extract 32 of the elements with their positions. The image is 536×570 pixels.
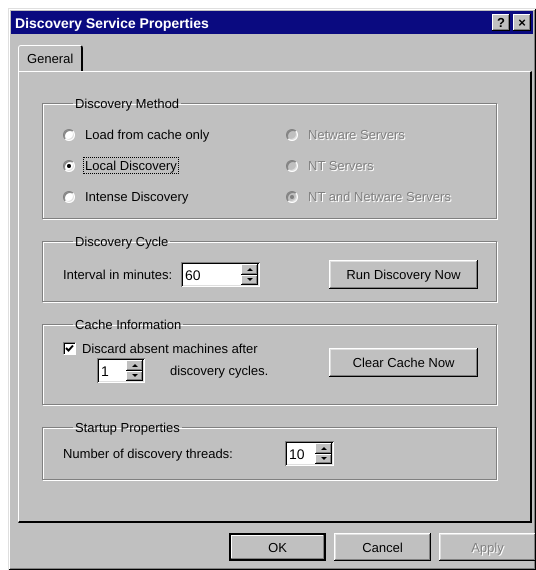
spin-up-button[interactable] [315,443,332,454]
dialog-button[interactable]: Cancel [334,533,431,561]
group-title: Cache Information [74,317,182,332]
window-title: Discovery Service Properties [15,14,210,30]
interval-label: Interval in minutes: [63,267,174,282]
radio-button[interactable] [63,190,75,202]
clear-cache-button[interactable]: Clear Cache Now [329,348,478,376]
radio-button[interactable] [63,128,75,140]
spin-down-button[interactable] [315,454,332,464]
dialog-button[interactable]: OK [229,533,326,561]
run-discovery-button[interactable]: Run Discovery Now [329,260,478,289]
radio-label[interactable]: Local Discovery [83,157,179,174]
radio-label[interactable]: Load from cache only [83,126,212,143]
spin-down-button[interactable] [126,370,143,381]
group-title: Startup Properties [74,420,181,435]
group-title: Discovery Cycle [74,234,170,249]
radio-label[interactable]: Intense Discovery [83,188,190,205]
close-button[interactable]: × [513,14,531,31]
spin-up-button[interactable] [126,360,143,370]
spin-box[interactable]: 60 [181,262,260,287]
radio-button[interactable] [63,160,75,172]
spin-box[interactable]: 10 [285,441,334,466]
cycles-label: discovery cycles. [170,363,268,378]
spin-down-button[interactable] [241,274,258,285]
help-button[interactable]: ? [492,14,510,31]
tab[interactable]: General [18,45,84,71]
threads-label: Number of discovery threads: [63,446,234,461]
spin-box[interactable]: 1 [97,358,145,383]
checkbox-label[interactable]: Discard absent machines after [82,341,258,356]
checkbox[interactable] [63,342,76,355]
group-title: Discovery Method [74,96,180,111]
spin-up-button[interactable] [241,264,258,274]
